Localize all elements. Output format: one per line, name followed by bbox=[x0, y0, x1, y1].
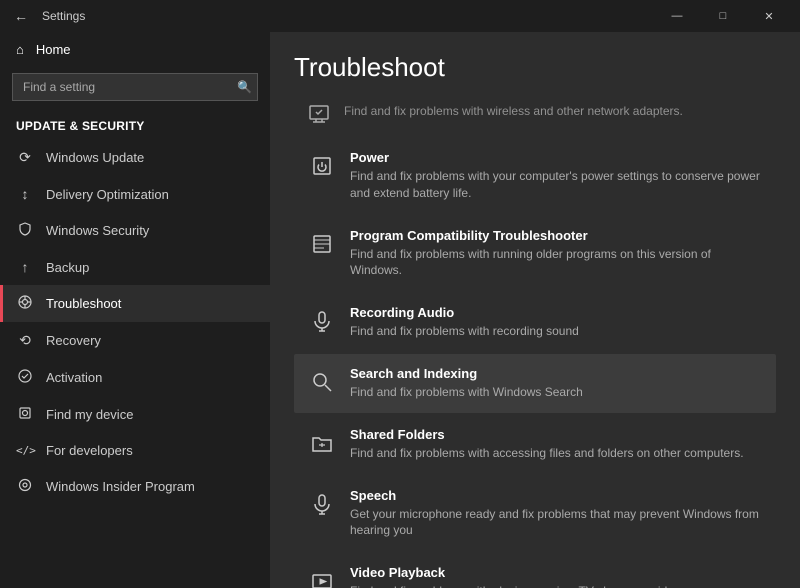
sidebar-item-label: For developers bbox=[46, 443, 133, 458]
video-playback-text: Video Playback Find and fix problems wit… bbox=[350, 565, 762, 588]
troubleshoot-item-speech[interactable]: Speech Get your microphone ready and fix… bbox=[294, 476, 776, 552]
page-title: Troubleshoot bbox=[294, 52, 776, 83]
partial-description: Find and fix problems with wireless and … bbox=[344, 103, 762, 120]
partial-item: Find and fix problems with wireless and … bbox=[294, 99, 776, 138]
troubleshoot-item-program-compatibility[interactable]: Program Compatibility Troubleshooter Fin… bbox=[294, 216, 776, 292]
program-compatibility-title: Program Compatibility Troubleshooter bbox=[350, 228, 762, 243]
sidebar-item-backup[interactable]: ↑ Backup bbox=[0, 249, 270, 285]
power-text: Power Find and fix problems with your co… bbox=[350, 150, 762, 202]
search-indexing-icon bbox=[308, 368, 336, 396]
home-icon: ⌂ bbox=[16, 42, 24, 57]
sidebar-item-label: Windows Update bbox=[46, 150, 144, 165]
sidebar-section-title: Update & Security bbox=[0, 111, 270, 139]
titlebar-controls: — □ ✕ bbox=[654, 0, 792, 32]
power-icon bbox=[308, 152, 336, 180]
power-description: Find and fix problems with your computer… bbox=[350, 168, 762, 202]
troubleshoot-item-shared-folders[interactable]: Shared Folders Find and fix problems wit… bbox=[294, 415, 776, 474]
find-my-device-icon bbox=[16, 406, 34, 423]
close-button[interactable]: ✕ bbox=[746, 0, 792, 32]
minimize-button[interactable]: — bbox=[654, 0, 700, 32]
app-container: ⌂ Home 🔍 Update & Security ⟳ Windows Upd… bbox=[0, 32, 800, 588]
troubleshoot-item-power[interactable]: Power Find and fix problems with your co… bbox=[294, 138, 776, 214]
shared-folders-description: Find and fix problems with accessing fil… bbox=[350, 445, 762, 462]
program-compatibility-description: Find and fix problems with running older… bbox=[350, 246, 762, 280]
speech-text: Speech Get your microphone ready and fix… bbox=[350, 488, 762, 540]
sidebar-item-label: Delivery Optimization bbox=[46, 187, 169, 202]
titlebar-left: ← Settings bbox=[8, 6, 85, 26]
sidebar-item-windows-security[interactable]: Windows Security bbox=[0, 212, 270, 249]
windows-security-icon bbox=[16, 222, 34, 239]
video-playback-title: Video Playback bbox=[350, 565, 762, 580]
sidebar-item-label: Backup bbox=[46, 260, 89, 275]
search-indexing-title: Search and Indexing bbox=[350, 366, 762, 381]
sidebar-item-recovery[interactable]: ⟲ Recovery bbox=[0, 322, 270, 359]
sidebar-item-label: Windows Security bbox=[46, 223, 149, 238]
speech-title: Speech bbox=[350, 488, 762, 503]
speech-description: Get your microphone ready and fix proble… bbox=[350, 506, 762, 540]
recording-audio-text: Recording Audio Find and fix problems wi… bbox=[350, 305, 762, 340]
search-indexing-text: Search and Indexing Find and fix problem… bbox=[350, 366, 762, 401]
sidebar-item-label: Activation bbox=[46, 370, 102, 385]
search-icon: 🔍 bbox=[237, 80, 252, 94]
video-playback-description: Find and fix problems with playing movie… bbox=[350, 583, 762, 588]
sidebar-item-home[interactable]: ⌂ Home bbox=[0, 32, 270, 67]
search-indexing-description: Find and fix problems with Windows Searc… bbox=[350, 384, 762, 401]
sidebar-item-windows-insider[interactable]: Windows Insider Program bbox=[0, 468, 270, 505]
troubleshoot-item-video-playback[interactable]: Video Playback Find and fix problems wit… bbox=[294, 553, 776, 588]
titlebar: ← Settings — □ ✕ bbox=[0, 0, 800, 32]
sidebar-item-troubleshoot[interactable]: Troubleshoot bbox=[0, 285, 270, 322]
sidebar-item-find-my-device[interactable]: Find my device bbox=[0, 396, 270, 433]
speech-icon bbox=[308, 490, 336, 518]
backup-icon: ↑ bbox=[16, 259, 34, 275]
troubleshoot-item-recording-audio[interactable]: Recording Audio Find and fix problems wi… bbox=[294, 293, 776, 352]
activation-icon bbox=[16, 369, 34, 386]
recovery-icon: ⟲ bbox=[16, 332, 34, 349]
sidebar-item-windows-update[interactable]: ⟳ Windows Update bbox=[0, 139, 270, 176]
shared-folders-text: Shared Folders Find and fix problems wit… bbox=[350, 427, 762, 462]
back-button[interactable]: ← bbox=[8, 6, 34, 26]
recording-audio-title: Recording Audio bbox=[350, 305, 762, 320]
sidebar-item-label: Troubleshoot bbox=[46, 296, 121, 311]
troubleshoot-item-search-indexing[interactable]: Search and Indexing Find and fix problem… bbox=[294, 354, 776, 413]
search-input[interactable] bbox=[12, 73, 258, 101]
video-playback-icon bbox=[308, 567, 336, 588]
for-developers-icon: </> bbox=[16, 444, 34, 457]
sidebar-item-for-developers[interactable]: </> For developers bbox=[0, 433, 270, 468]
search-box: 🔍 bbox=[12, 73, 258, 101]
home-label: Home bbox=[36, 42, 71, 57]
sidebar-item-label: Windows Insider Program bbox=[46, 479, 195, 494]
recording-audio-icon bbox=[308, 307, 336, 335]
partial-icon bbox=[308, 103, 330, 128]
sidebar-item-activation[interactable]: Activation bbox=[0, 359, 270, 396]
sidebar-item-delivery-optimization[interactable]: ↕ Delivery Optimization bbox=[0, 176, 270, 212]
program-compatibility-icon bbox=[308, 230, 336, 258]
titlebar-title: Settings bbox=[42, 9, 85, 23]
partial-text: Find and fix problems with wireless and … bbox=[344, 103, 762, 120]
shared-folders-icon bbox=[308, 429, 336, 457]
troubleshoot-icon bbox=[16, 295, 34, 312]
sidebar-item-label: Find my device bbox=[46, 407, 133, 422]
sidebar-item-label: Recovery bbox=[46, 333, 101, 348]
windows-insider-icon bbox=[16, 478, 34, 495]
sidebar: ⌂ Home 🔍 Update & Security ⟳ Windows Upd… bbox=[0, 32, 270, 588]
program-compatibility-text: Program Compatibility Troubleshooter Fin… bbox=[350, 228, 762, 280]
delivery-optimization-icon: ↕ bbox=[16, 186, 34, 202]
maximize-button[interactable]: □ bbox=[700, 0, 746, 32]
windows-update-icon: ⟳ bbox=[16, 149, 34, 166]
shared-folders-title: Shared Folders bbox=[350, 427, 762, 442]
recording-audio-description: Find and fix problems with recording sou… bbox=[350, 323, 762, 340]
power-title: Power bbox=[350, 150, 762, 165]
content-area: Troubleshoot Find and fix problems with … bbox=[270, 32, 800, 588]
